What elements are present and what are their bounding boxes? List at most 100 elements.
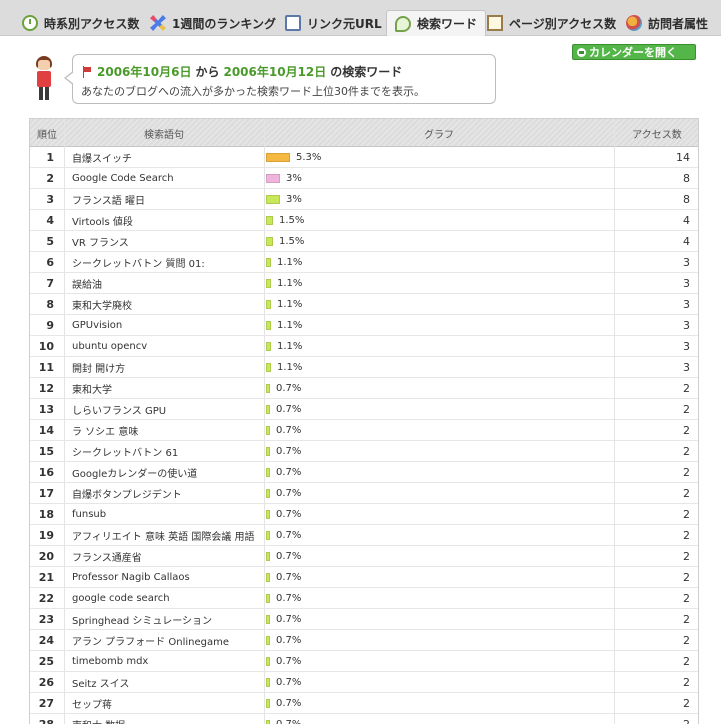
tab-bar: 時系別アクセス数 1週間のランキング リンク元URL 検索ワード ページ別アクセ…: [0, 0, 721, 36]
rank-cell: 17: [38, 487, 54, 500]
page-icon: [487, 15, 503, 31]
percent-bar: [266, 279, 271, 288]
percent-bar: [266, 405, 270, 414]
percent-bar: [266, 468, 270, 477]
avatar: [32, 56, 56, 102]
table-row: 4 Virtools 値段 1.5% 4: [30, 210, 698, 231]
graph-cell: 0.7%: [266, 441, 606, 462]
graph-cell: 0.7%: [266, 693, 606, 714]
percent-bar: [266, 174, 280, 183]
calendar-arrow-icon: [577, 47, 586, 57]
tab-hourly-access[interactable]: 時系別アクセス数: [14, 11, 147, 35]
graph-cell: 3%: [266, 189, 606, 210]
table-row: 25 timebomb mdx 0.7% 2: [30, 651, 698, 672]
table-row: 7 誤給油 1.1% 3: [30, 273, 698, 294]
percent-label: 0.7%: [276, 572, 302, 583]
table-row: 17 自爆ボタンプレジデント 0.7% 2: [30, 483, 698, 504]
count-cell: 4: [683, 214, 690, 227]
table-row: 8 東和大学廃校 1.1% 3: [30, 294, 698, 315]
table-row: 11 開封 開け方 1.1% 3: [30, 357, 698, 378]
percent-label: 0.7%: [276, 509, 302, 520]
keyword-cell: Virtools 値段: [72, 217, 133, 228]
clock-icon: [22, 15, 38, 31]
count-cell: 3: [683, 340, 690, 353]
count-cell: 2: [683, 508, 690, 521]
percent-bar: [266, 552, 270, 561]
keyword-cell: 開封 開け方: [72, 364, 126, 375]
keyword-cell: 誤給油: [72, 280, 102, 291]
percent-label: 0.7%: [276, 446, 302, 457]
rank-cell: 27: [38, 697, 54, 710]
percent-bar: [266, 699, 270, 708]
count-cell: 2: [683, 550, 690, 563]
tab-label: 検索ワード: [417, 17, 478, 31]
count-cell: 2: [683, 424, 690, 437]
graph-cell: 0.7%: [266, 609, 606, 630]
graph-cell: 0.7%: [266, 399, 606, 420]
open-calendar-button[interactable]: カレンダーを開く: [572, 44, 696, 60]
percent-label: 0.7%: [276, 635, 302, 646]
keyword-cell: google code search: [72, 593, 170, 604]
rank-cell: 19: [38, 529, 54, 542]
end-date: 2006年10月12日: [223, 65, 327, 79]
count-cell: 2: [683, 571, 690, 584]
graph-cell: 3%: [266, 168, 606, 189]
table-row: 14 ラ ソシエ 意味 0.7% 2: [30, 420, 698, 441]
count-cell: 8: [683, 193, 690, 206]
graph-cell: 0.7%: [266, 483, 606, 504]
keyword-cell: シークレットバトン 質問 01:: [72, 259, 205, 270]
header-count: アクセス数: [632, 129, 682, 141]
count-cell: 2: [683, 382, 690, 395]
count-cell: 2: [683, 403, 690, 416]
percent-bar: [266, 447, 270, 456]
keyword-cell: GPUvision: [72, 320, 123, 331]
keyword-cell: timebomb mdx: [72, 656, 149, 667]
count-cell: 3: [683, 277, 690, 290]
graph-cell: 1.1%: [266, 294, 606, 315]
keyword-cell: アフィリエイト 意味 英語 国際会議 用語: [72, 532, 255, 543]
rank-cell: 16: [38, 466, 54, 479]
table-row: 26 Seitz スイス 0.7% 2: [30, 672, 698, 693]
tab-search-words[interactable]: 検索ワード: [386, 10, 487, 36]
percent-bar: [266, 237, 273, 246]
percent-bar: [266, 342, 271, 351]
keyword-cell: Google Code Search: [72, 173, 174, 184]
percent-label: 1.5%: [279, 215, 305, 226]
percent-label: 0.7%: [276, 593, 302, 604]
count-cell: 3: [683, 256, 690, 269]
graph-cell: 0.7%: [266, 651, 606, 672]
graph-cell: 1.1%: [266, 315, 606, 336]
rank-cell: 15: [38, 445, 54, 458]
summary-title: 2006年10月6日 から 2006年10月12日 の検索ワード: [81, 63, 402, 80]
tab-page-access[interactable]: ページ別アクセス数: [479, 11, 624, 35]
tab-label: リンク元URL: [307, 16, 382, 31]
percent-label: 0.7%: [276, 488, 302, 499]
percent-bar: [266, 489, 270, 498]
graph-cell: 0.7%: [266, 504, 606, 525]
tab-visitor-attributes[interactable]: 訪問者属性: [618, 11, 716, 35]
keyword-cell: しらいフランス GPU: [72, 406, 167, 417]
rank-cell: 6: [46, 256, 54, 269]
link-icon: [285, 15, 301, 31]
rank-cell: 13: [38, 403, 54, 416]
rank-cell: 5: [46, 235, 54, 248]
table-row: 22 google code search 0.7% 2: [30, 588, 698, 609]
header-rank: 順位: [37, 129, 57, 141]
search-word-table: 順位 検索語句 グラフ アクセス数 1 自爆スイッチ 5.3% 14 2 Google C…: [29, 118, 699, 724]
rank-cell: 2: [46, 172, 54, 185]
ranking-icon: [150, 15, 166, 31]
tab-referrer-url[interactable]: リンク元URL: [277, 11, 390, 35]
table-row: 2 Google Code Search 3% 8: [30, 168, 698, 189]
tab-weekly-ranking[interactable]: 1週間のランキング: [142, 11, 284, 35]
table-row: 23 Springhead シミュレーション 0.7% 2: [30, 609, 698, 630]
keyword-cell: フランス語 曜日: [72, 196, 145, 207]
count-cell: 2: [683, 613, 690, 626]
open-calendar-label: カレンダーを開く: [589, 46, 677, 59]
table-row: 27 セップ蒋 0.7% 2: [30, 693, 698, 714]
count-cell: 2: [683, 697, 690, 710]
graph-cell: 1.1%: [266, 252, 606, 273]
percent-bar: [266, 678, 270, 687]
graph-cell: 1.5%: [266, 210, 606, 231]
keyword-cell: 東和大学: [72, 385, 112, 396]
table-row: 24 アラン プラフォード Onlinegame 0.7% 2: [30, 630, 698, 651]
